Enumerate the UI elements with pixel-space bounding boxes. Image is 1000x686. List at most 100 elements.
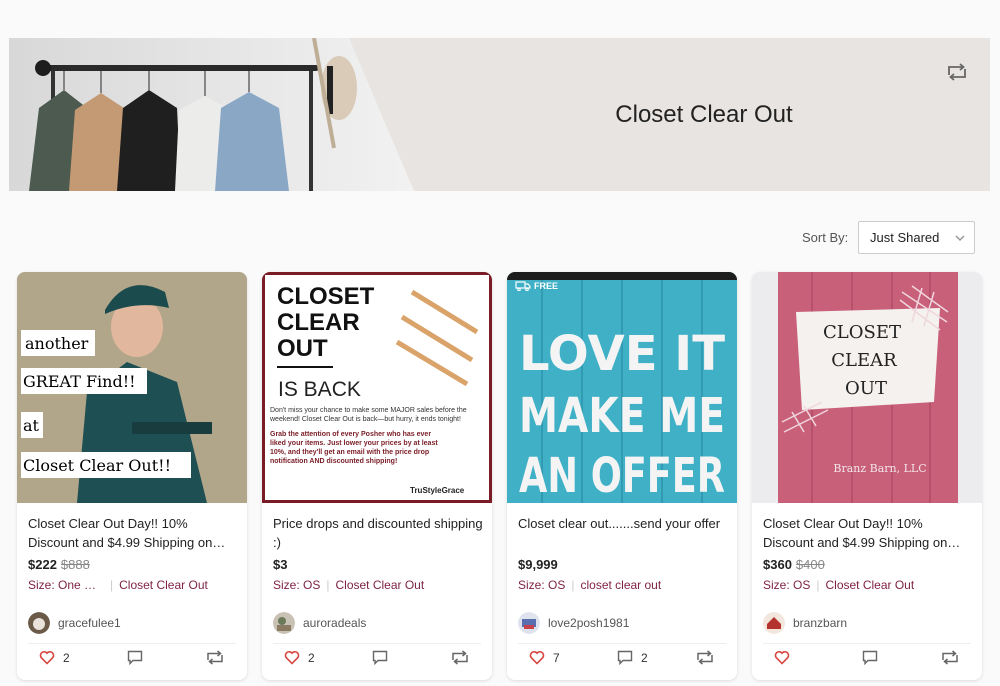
- comment-button[interactable]: [127, 650, 151, 665]
- share-button[interactable]: [450, 650, 470, 665]
- heart-icon: [284, 650, 300, 665]
- like-count: 2: [63, 650, 70, 665]
- like-button[interactable]: 7: [529, 650, 560, 665]
- sort-label: Sort By:: [802, 230, 849, 245]
- share-icon: [697, 650, 713, 665]
- like-button[interactable]: 2: [284, 650, 315, 665]
- listing-image[interactable]: LOVE IT MAKE ME AN OFFER: [507, 272, 737, 503]
- seller-username[interactable]: love2posh1981: [548, 616, 629, 630]
- free-shipping-badge: FREE: [515, 281, 558, 291]
- listing-card[interactable]: another GREAT Find!! at Closet Clear Out…: [17, 272, 247, 680]
- listing-title[interactable]: Closet clear out.......send your offer: [518, 514, 728, 533]
- avatar[interactable]: [518, 612, 540, 634]
- seller[interactable]: love2posh1981: [518, 612, 629, 634]
- image-paragraph: Don't miss your chance to make some MAJO…: [270, 407, 467, 423]
- listing-tag[interactable]: Closet Clear Out: [119, 578, 208, 592]
- image-paragraph: Grab the attention of every Posher who h…: [270, 431, 438, 465]
- image-text: CLOSET: [277, 283, 375, 310]
- image-text: MAKE ME: [519, 388, 725, 444]
- seller[interactable]: branzbarn: [763, 612, 847, 634]
- image-text: Branz Barn, LLC: [833, 462, 926, 475]
- divider: [763, 643, 971, 644]
- share-icon: [452, 650, 468, 665]
- heart-icon: [774, 650, 790, 665]
- avatar[interactable]: [763, 612, 785, 634]
- divider: [518, 643, 726, 644]
- banner-title: Closet Clear Out: [615, 100, 793, 128]
- divider: [273, 643, 481, 644]
- image-text: IS BACK: [278, 378, 361, 401]
- price-row: $9,999: [518, 557, 558, 572]
- listing-size[interactable]: Size: OS: [518, 578, 565, 592]
- comment-icon: [862, 650, 878, 665]
- listing-title[interactable]: Closet Clear Out Day!! 10% Discount and …: [763, 514, 973, 552]
- clothing-rack-image: [9, 38, 419, 191]
- listing-card[interactable]: CLOSET CLEAR OUT Branz Barn, LLC Closet …: [752, 272, 982, 680]
- listing-actions: 2: [17, 650, 247, 672]
- original-price: $400: [795, 557, 825, 572]
- comment-icon: [617, 650, 633, 665]
- comment-count: 2: [641, 650, 648, 665]
- meta-row: Size: OS | Closet Clear Out: [763, 578, 915, 592]
- image-text: CLEAR: [277, 309, 360, 336]
- listing-price: $360: [763, 557, 792, 572]
- listing-title[interactable]: Price drops and discounted shipping :): [273, 514, 483, 552]
- sort-dropdown[interactable]: Just Shared: [858, 221, 975, 254]
- image-text: OUT: [277, 335, 328, 362]
- meta-row: Size: OS | closet clear out: [518, 578, 662, 592]
- heart-icon: [529, 650, 545, 665]
- seller-username[interactable]: gracefulee1: [58, 616, 121, 630]
- meta-row: Size: One Si… | Closet Clear Out: [28, 578, 208, 592]
- comment-button[interactable]: [372, 650, 396, 665]
- comment-button[interactable]: [862, 650, 886, 665]
- listing-tag[interactable]: Closet Clear Out: [825, 578, 914, 592]
- image-text: CLEAR: [831, 350, 897, 371]
- share-button[interactable]: [940, 650, 960, 665]
- badge-label: FREE: [534, 281, 559, 291]
- image-text: CLOSET: [823, 322, 901, 343]
- listing-image[interactable]: CLOSET CLEAR OUT Branz Barn, LLC: [752, 272, 982, 503]
- listing-size[interactable]: Size: OS: [763, 578, 810, 592]
- price-row: $360 $400: [763, 557, 825, 572]
- listing-price: $3: [273, 557, 288, 572]
- listing-tag[interactable]: Closet Clear Out: [335, 578, 424, 592]
- image-text: LOVE IT: [519, 326, 725, 382]
- listing-title[interactable]: Closet Clear Out Day!! 10% Discount and …: [28, 514, 238, 552]
- share-button[interactable]: [695, 650, 715, 665]
- listing-image[interactable]: another GREAT Find!! at Closet Clear Out…: [17, 272, 247, 503]
- listing-card[interactable]: CLOSET CLEAR OUT IS BACK Don't miss your…: [262, 272, 492, 680]
- price-row: $3: [273, 557, 287, 572]
- like-count: 7: [553, 650, 560, 665]
- meta-row: Size: OS | Closet Clear Out: [273, 578, 425, 592]
- like-count: 2: [308, 650, 315, 665]
- comment-icon: [372, 650, 388, 665]
- brand-text: TruStyleGrace: [410, 486, 465, 495]
- share-icon[interactable]: [944, 62, 970, 82]
- seller-username[interactable]: auroradeals: [303, 616, 366, 630]
- closet-banner: Closet Clear Out: [9, 38, 990, 191]
- seller[interactable]: gracefulee1: [28, 612, 121, 634]
- comment-button[interactable]: 2: [617, 650, 648, 665]
- avatar[interactable]: [273, 612, 295, 634]
- truck-icon: [515, 281, 531, 291]
- sort-value: Just Shared: [870, 230, 940, 245]
- image-text: Closet Clear Out!!: [23, 456, 171, 475]
- image-text: AN OFFER: [519, 448, 725, 503]
- listing-image[interactable]: CLOSET CLEAR OUT IS BACK Don't miss your…: [262, 272, 492, 503]
- seller-username[interactable]: branzbarn: [793, 616, 847, 630]
- image-text: another: [25, 334, 89, 353]
- image-text: GREAT Find!!: [23, 372, 136, 391]
- listing-size[interactable]: Size: OS: [273, 578, 320, 592]
- listing-tag[interactable]: closet clear out: [580, 578, 661, 592]
- like-button[interactable]: [774, 650, 798, 665]
- listing-size[interactable]: Size: One Si…: [28, 578, 104, 592]
- seller[interactable]: auroradeals: [273, 612, 366, 634]
- avatar[interactable]: [28, 612, 50, 634]
- heart-icon: [39, 650, 55, 665]
- listing-price: $222: [28, 557, 57, 572]
- share-icon: [942, 650, 958, 665]
- like-button[interactable]: 2: [39, 650, 70, 665]
- share-button[interactable]: [205, 650, 225, 665]
- listing-card[interactable]: LOVE IT MAKE ME AN OFFER FREE Closet cle…: [507, 272, 737, 680]
- divider: [28, 643, 236, 644]
